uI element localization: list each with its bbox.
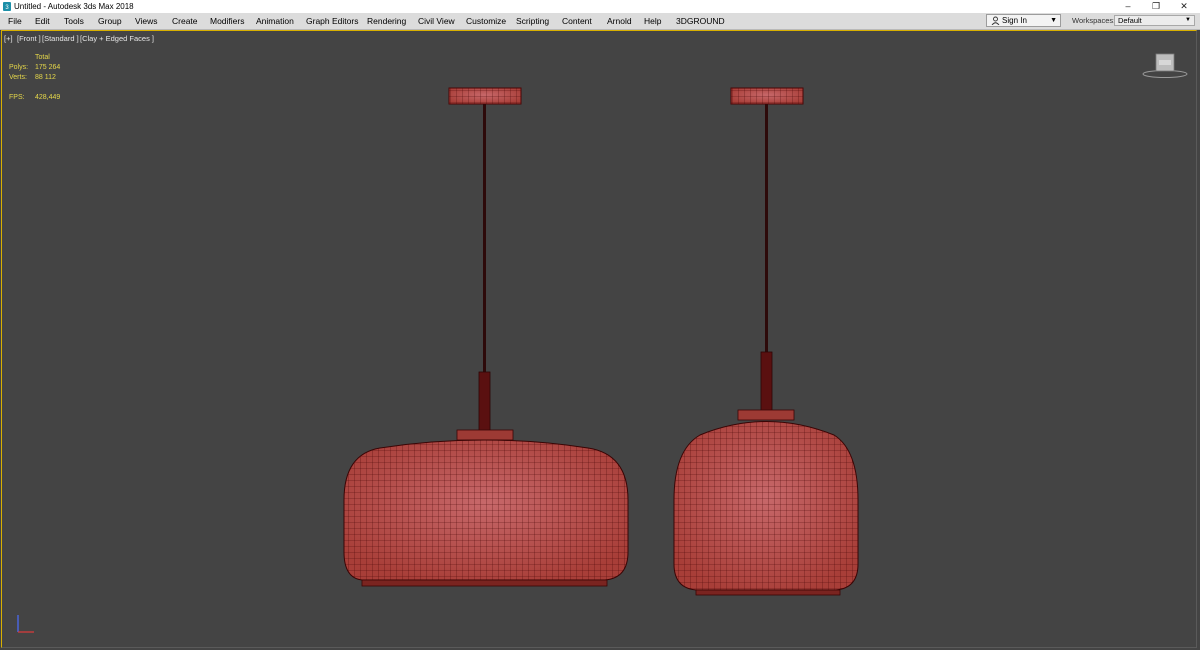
menu-arnold[interactable]: Arnold — [607, 13, 632, 29]
menu-3dground[interactable]: 3DGROUND — [676, 13, 725, 29]
pendant-lamp-tall — [673, 87, 859, 596]
window-title: Untitled - Autodesk 3ds Max 2018 — [14, 2, 134, 11]
stats-polys-label: Polys: — [9, 64, 29, 71]
viewport-point-of-view-label[interactable]: [Front ] — [17, 34, 41, 43]
menu-views[interactable]: Views — [135, 13, 158, 29]
menu-group[interactable]: Group — [98, 13, 122, 29]
stats-verts-value: 88 112 — [35, 74, 56, 81]
3dsmax-app-icon: 3 — [3, 2, 11, 11]
user-icon — [991, 16, 1000, 25]
sign-in-label: Sign In — [1002, 16, 1027, 25]
minimize-button[interactable]: – — [1114, 0, 1142, 13]
menu-content[interactable]: Content — [562, 13, 592, 29]
axis-tripod-icon — [17, 615, 34, 633]
viewport-display-style-label[interactable]: [Clay + Edged Faces ] — [80, 34, 154, 43]
menu-customize[interactable]: Customize — [466, 13, 506, 29]
menu-tools[interactable]: Tools — [64, 13, 84, 29]
lamp-meshes — [343, 87, 859, 596]
close-button[interactable]: ✕ — [1170, 0, 1198, 13]
menu-animation[interactable]: Animation — [256, 13, 294, 29]
viewcube-icon[interactable] — [1140, 52, 1190, 80]
sign-in-dropdown[interactable]: Sign In ▼ — [986, 14, 1061, 27]
stats-fps-value: 428,449 — [35, 94, 61, 101]
menu-edit[interactable]: Edit — [35, 13, 50, 29]
stats-polys-value: 175 264 — [35, 64, 61, 71]
menu-modifiers[interactable]: Modifiers — [210, 13, 244, 29]
chevron-down-icon: ▼ — [1050, 17, 1057, 24]
pendant-lamp-wide — [343, 87, 629, 587]
restore-button[interactable]: ❐ — [1142, 0, 1170, 13]
viewport-plus-menu[interactable]: [+] — [4, 34, 13, 43]
chevron-down-icon: ▼ — [1185, 17, 1191, 23]
menu-graph-editors[interactable]: Graph Editors — [306, 13, 358, 29]
stats-total-header: Total — [35, 54, 50, 61]
workspaces-label: Workspaces: — [1072, 16, 1116, 25]
title-bar: 3 Untitled - Autodesk 3ds Max 2018 – ❐ ✕ — [0, 0, 1200, 13]
menu-civil-view[interactable]: Civil View — [418, 13, 455, 29]
workspaces-select[interactable]: Default ▼ — [1114, 15, 1195, 26]
menu-create[interactable]: Create — [172, 13, 198, 29]
stats-fps-label: FPS: — [9, 94, 25, 101]
stats-verts-label: Verts: — [9, 74, 27, 81]
menu-help[interactable]: Help — [644, 13, 661, 29]
menu-rendering[interactable]: Rendering — [367, 13, 406, 29]
menu-file[interactable]: File — [8, 13, 22, 29]
viewport-shading-standard-label[interactable]: [Standard ] — [42, 34, 79, 43]
workspaces-value: Default — [1118, 16, 1142, 25]
menu-scripting[interactable]: Scripting — [516, 13, 549, 29]
